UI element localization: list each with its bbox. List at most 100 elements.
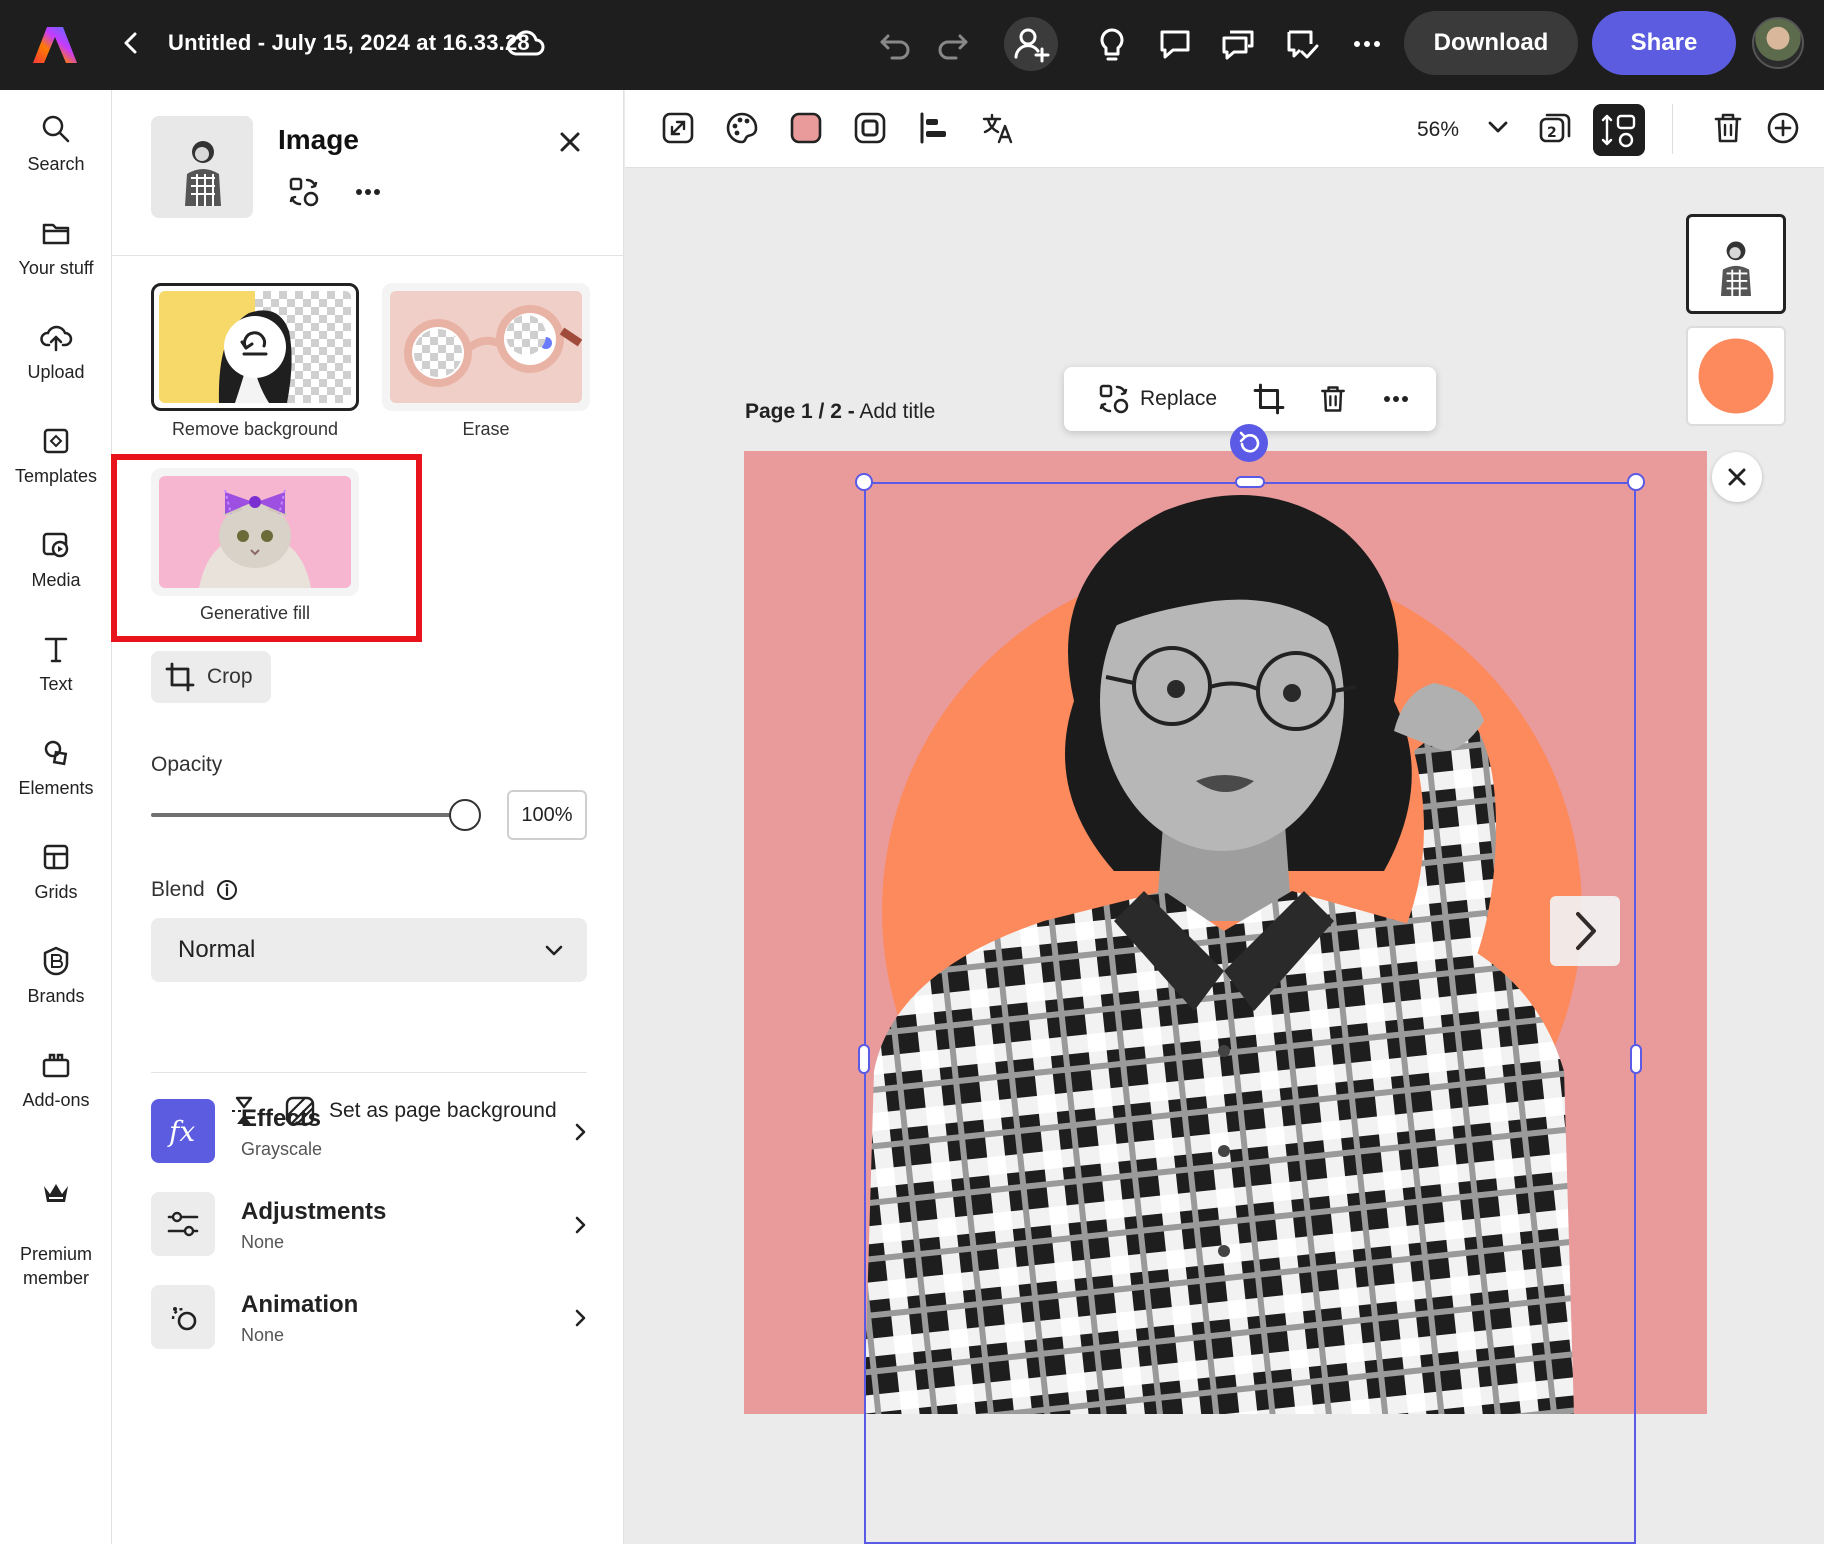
rail-label-text: Text xyxy=(39,674,73,694)
remove-background-card[interactable] xyxy=(151,283,359,411)
elements-icon xyxy=(44,740,68,766)
rail-label-your-stuff: Your stuff xyxy=(18,258,94,278)
adobe-express-logo[interactable] xyxy=(33,25,77,65)
translate-icon[interactable] xyxy=(980,110,1016,146)
resize-handle-right[interactable] xyxy=(1630,1044,1642,1074)
rail-item-addons[interactable]: Add-ons xyxy=(0,1048,112,1111)
image-thumbnail xyxy=(151,116,253,218)
comments-icon[interactable] xyxy=(1216,22,1260,66)
media-icon xyxy=(42,532,69,558)
zoom-level[interactable]: 56% xyxy=(1417,118,1459,142)
document-title[interactable]: Untitled - July 15, 2024 at 16.33.28 xyxy=(168,30,530,56)
resize-handle-top-right[interactable] xyxy=(1627,473,1645,491)
page-label[interactable]: Page 1 / 2 - Add title xyxy=(745,400,935,424)
opacity-slider-track[interactable] xyxy=(151,813,463,817)
border-icon[interactable] xyxy=(852,110,888,146)
animation-row[interactable]: Animation None xyxy=(151,1285,591,1351)
adjustments-value: None xyxy=(241,1232,285,1252)
page-title[interactable]: Add title xyxy=(859,400,935,423)
rail-item-grids[interactable]: Grids xyxy=(0,840,112,903)
rail-item-elements[interactable]: Elements xyxy=(0,736,112,799)
close-icon[interactable] xyxy=(1712,452,1762,502)
svg-text:2: 2 xyxy=(1547,125,1557,141)
add-collaborator-icon xyxy=(1014,28,1050,63)
comment-icon[interactable] xyxy=(1153,22,1197,66)
info-icon[interactable] xyxy=(215,878,239,902)
add-page-icon[interactable] xyxy=(1765,110,1801,146)
resize-icon[interactable] xyxy=(660,110,696,146)
rail-label-upload: Upload xyxy=(27,362,85,382)
opacity-field[interactable]: 100% xyxy=(507,790,587,840)
resize-handle-top[interactable] xyxy=(1235,476,1265,488)
undo-remove-icon[interactable] xyxy=(224,316,286,378)
templates-icon xyxy=(43,428,69,454)
erase-card[interactable] xyxy=(382,283,590,411)
crop-button[interactable]: Crop xyxy=(151,651,271,703)
resize-handle-left[interactable] xyxy=(858,1044,870,1074)
svg-text:fx: fx xyxy=(167,1115,195,1148)
blend-label: Blend xyxy=(151,878,205,901)
layers-grid-button[interactable] xyxy=(1593,104,1645,156)
rail-item-upload[interactable]: Upload xyxy=(0,320,112,383)
effects-row[interactable]: fx Effects Grayscale xyxy=(151,1099,591,1165)
rail-item-your-stuff[interactable]: Your stuff xyxy=(0,216,112,279)
trash-icon[interactable] xyxy=(1317,383,1349,415)
effects-value: Grayscale xyxy=(241,1139,323,1159)
more-icon[interactable] xyxy=(1380,383,1412,415)
crop-label: Crop xyxy=(207,665,253,688)
opacity-label: Opacity xyxy=(151,753,223,776)
trash-icon[interactable] xyxy=(1710,110,1746,146)
layer-thumbnail-circle[interactable] xyxy=(1686,326,1786,426)
canvas-toolbar: 56% 2 xyxy=(625,90,1824,168)
chevron-right-icon xyxy=(575,1309,586,1327)
effects-title: Effects xyxy=(241,1105,322,1132)
replace-icon[interactable] xyxy=(288,176,320,208)
more-icon[interactable] xyxy=(1345,22,1389,66)
chevron-right-icon xyxy=(575,1123,586,1141)
redo-icon[interactable] xyxy=(930,22,974,66)
more-options-icon[interactable] xyxy=(352,176,384,208)
layer-thumbnail-image[interactable] xyxy=(1686,214,1786,314)
divider xyxy=(1672,104,1673,154)
rotate-icon xyxy=(1239,431,1260,453)
replace-button[interactable]: Replace xyxy=(1098,383,1217,415)
rail-item-templates[interactable]: Templates xyxy=(0,424,112,487)
review-icon[interactable] xyxy=(1280,22,1324,66)
chevron-down-icon xyxy=(545,945,563,956)
adjustments-row[interactable]: Adjustments None xyxy=(151,1192,591,1258)
resize-handle-top-left[interactable] xyxy=(855,473,873,491)
rail-item-media[interactable]: Media xyxy=(0,528,112,591)
premium-crown-icon xyxy=(44,1184,68,1202)
zoom-chevron-down-icon[interactable] xyxy=(1483,112,1513,142)
palette-icon[interactable] xyxy=(724,110,760,146)
avatar[interactable] xyxy=(1752,17,1804,69)
erase-label: Erase xyxy=(462,419,510,439)
rail-item-premium[interactable]: Premium member xyxy=(0,1152,112,1314)
pages-icon[interactable]: 2 xyxy=(1537,110,1573,146)
rail-label-search: Search xyxy=(27,154,85,174)
blend-mode-select[interactable]: Normal xyxy=(151,918,587,982)
upload-icon xyxy=(40,325,73,352)
add-collaborator-button[interactable] xyxy=(1004,17,1058,71)
align-left-icon[interactable] xyxy=(916,110,952,146)
layers-icon xyxy=(1601,114,1636,148)
close-icon[interactable] xyxy=(554,126,586,158)
download-button[interactable]: Download xyxy=(1404,11,1578,75)
opacity-slider-handle[interactable] xyxy=(449,799,481,831)
panel-title: Image xyxy=(278,124,359,155)
selection-box[interactable] xyxy=(864,482,1636,1544)
blend-label-row: Blend xyxy=(151,878,239,902)
fill-color-swatch-icon[interactable] xyxy=(788,110,824,146)
rail-item-search[interactable]: Search xyxy=(0,112,112,175)
back-icon[interactable] xyxy=(116,28,146,58)
rotate-handle[interactable] xyxy=(1230,424,1268,462)
undo-icon[interactable] xyxy=(874,22,918,66)
rail-item-text[interactable]: Text xyxy=(0,632,112,695)
animation-title: Animation xyxy=(241,1291,359,1318)
lightbulb-icon[interactable] xyxy=(1090,22,1134,66)
next-page-button[interactable] xyxy=(1550,896,1620,966)
crop-icon[interactable] xyxy=(1253,383,1285,415)
rail-item-brands[interactable]: Brands xyxy=(0,944,112,1007)
cloud-icon[interactable] xyxy=(506,26,546,62)
share-button[interactable]: Share xyxy=(1592,11,1736,75)
